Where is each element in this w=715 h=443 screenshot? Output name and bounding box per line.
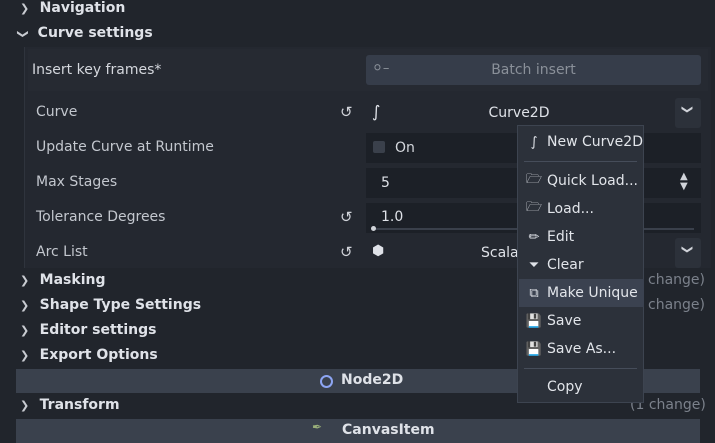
checkbox-label: On — [395, 140, 415, 156]
menu-item-label: Load... — [547, 201, 594, 217]
menu-item-label: Clear — [547, 257, 584, 273]
menu-item-edit[interactable]: ✏ Edit — [519, 223, 644, 251]
section-label: Export Options — [39, 347, 158, 363]
canvasitem-icon: ✒ — [312, 420, 323, 434]
curve-resource-field[interactable]: ∫ Curve2D — [366, 98, 672, 128]
section-curve-settings[interactable]: ❯ Curve settings — [17, 23, 153, 44]
node2d-icon — [320, 375, 333, 388]
class-header-label: CanvasItem — [342, 422, 435, 438]
menu-item-clear[interactable]: ⏷ Clear — [519, 251, 644, 279]
checkbox-icon — [373, 141, 385, 153]
chevron-right-icon: ❯ — [20, 349, 30, 362]
section-shape-type-settings[interactable]: ❯ Shape Type Settings — [20, 295, 201, 316]
insert-key-frames-label: Insert key frames* — [32, 62, 162, 78]
curve-value: Curve2D — [488, 105, 550, 121]
save-icon: 💾 — [525, 341, 543, 357]
edit-icon: ✏ — [528, 229, 540, 245]
menu-item-label: Edit — [547, 229, 575, 245]
curve-dropdown-button[interactable]: ❯ — [675, 98, 701, 128]
menu-separator — [524, 161, 637, 162]
chevron-right-icon: ❯ — [20, 299, 30, 312]
class-header-label: Node2D — [341, 372, 404, 388]
menu-item-save[interactable]: 💾 Save — [519, 307, 644, 335]
folder-icon: 🗁 — [525, 200, 543, 215]
change-hint: change) — [648, 297, 705, 313]
tolerance-value: 1.0 — [381, 209, 404, 225]
tolerance-label: Tolerance Degrees — [36, 209, 166, 225]
menu-item-make-unique[interactable]: ⧉ Make Unique — [519, 279, 644, 307]
change-hint: change) — [648, 272, 705, 288]
menu-item-load[interactable]: 🗁 Load... — [519, 195, 644, 223]
revert-icon[interactable]: ↺ — [340, 103, 353, 121]
section-navigation[interactable]: ❯ Navigation — [20, 0, 125, 19]
chevron-right-icon: ❯ — [20, 274, 30, 287]
chevron-right-icon: ❯ — [20, 324, 30, 337]
resource-context-menu: ∫ New Curve2D 🗁 Quick Load... 🗁 Load... … — [517, 125, 644, 403]
revert-icon[interactable]: ↺ — [340, 208, 353, 226]
menu-item-label: Copy — [547, 379, 583, 395]
section-transform[interactable]: ❯ Transform — [20, 395, 120, 416]
folder-icon: 🗁 — [525, 172, 543, 187]
chevron-right-icon: ❯ — [20, 2, 30, 15]
menu-item-label: Quick Load... — [547, 173, 638, 189]
update-curve-label: Update Curve at Runtime — [36, 139, 214, 155]
slider-grabber[interactable] — [371, 226, 376, 231]
menu-item-label: Make Unique — [547, 285, 638, 301]
menu-item-quick-load[interactable]: 🗁 Quick Load... — [519, 167, 644, 195]
menu-item-new-curve2d[interactable]: ∫ New Curve2D — [519, 128, 644, 156]
section-label: Editor settings — [39, 322, 157, 338]
menu-item-label: New Curve2D — [547, 134, 643, 150]
section-label: Transform — [39, 397, 120, 413]
revert-icon[interactable]: ↺ — [340, 243, 353, 261]
chevron-down-icon: ❯ — [16, 29, 30, 39]
cube-icon: ⬢ — [372, 243, 385, 259]
save-icon: 💾 — [525, 313, 543, 329]
batch-insert-button[interactable]: ⚪– Batch insert — [366, 55, 701, 85]
section-masking[interactable]: ❯ Masking — [20, 270, 105, 291]
spin-arrows-icon[interactable]: ▲ ▼ — [680, 172, 688, 192]
section-editor-settings[interactable]: ❯ Editor settings — [20, 320, 156, 341]
menu-item-copy[interactable]: Copy — [519, 373, 644, 401]
menu-item-label: Save As... — [547, 341, 617, 357]
section-export-options[interactable]: ❯ Export Options — [20, 345, 158, 366]
canvasitem-class-header[interactable]: ✒ CanvasItem — [16, 419, 700, 443]
max-stages-value: 5 — [381, 175, 390, 191]
max-stages-label: Max Stages — [36, 174, 118, 190]
curve-label: Curve — [36, 104, 78, 120]
arc-list-label: Arc List — [36, 244, 88, 260]
section-label: Shape Type Settings — [39, 297, 202, 313]
menu-item-save-as[interactable]: 💾 Save As... — [519, 335, 644, 363]
chevron-down-icon: ❯ — [681, 104, 695, 115]
batch-insert-label: Batch insert — [491, 62, 576, 78]
chevron-right-icon: ❯ — [20, 399, 30, 412]
menu-item-label: Save — [547, 313, 582, 329]
section-label: Masking — [39, 272, 106, 288]
duplicate-icon: ⧉ — [529, 285, 539, 301]
clear-icon: ⏷ — [528, 257, 540, 273]
arc-list-dropdown-button[interactable]: ❯ — [675, 238, 701, 268]
section-label: Navigation — [39, 0, 126, 16]
curve-icon: ∫ — [530, 134, 538, 150]
section-label: Curve settings — [37, 25, 153, 41]
menu-separator — [524, 368, 637, 369]
chevron-down-icon: ❯ — [681, 244, 695, 255]
